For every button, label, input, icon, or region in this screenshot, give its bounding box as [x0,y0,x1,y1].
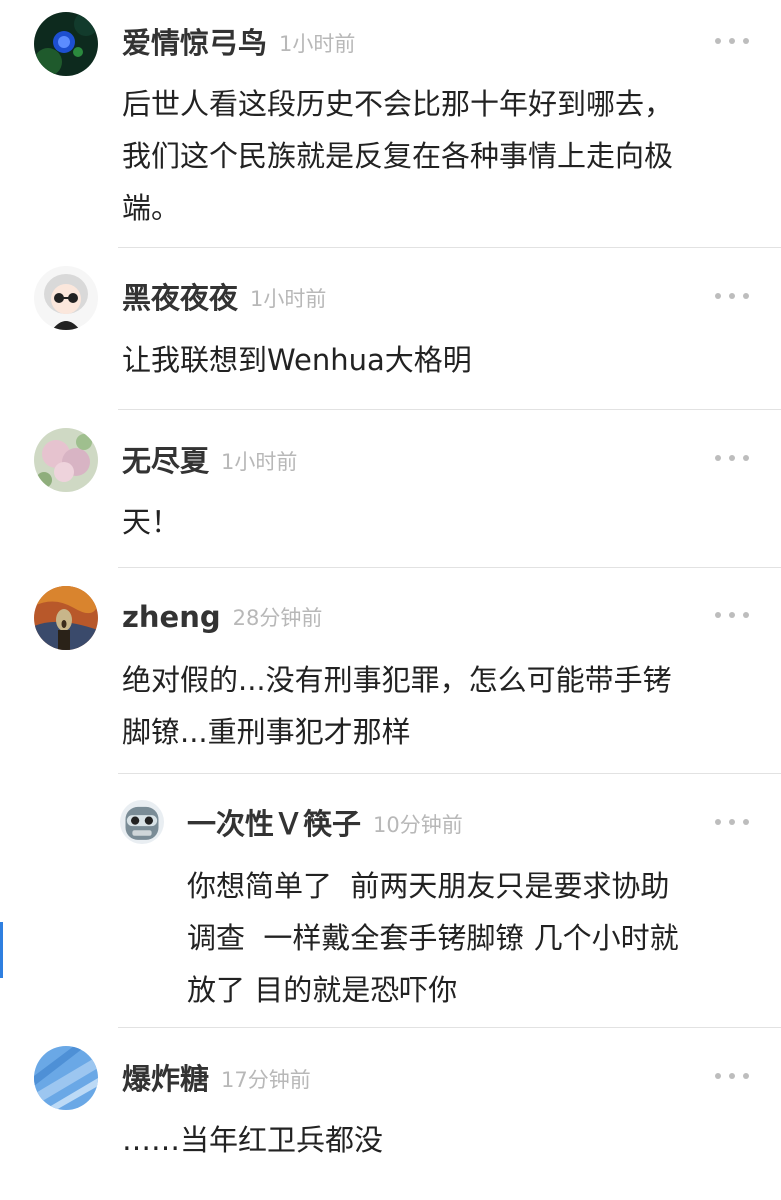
comment-text: 后世人看这段历史不会比那十年好到哪去， 我们这个民族就是反复在各种事情上走向极 … [122,87,674,225]
more-dots-icon[interactable] [715,816,749,828]
sunglasses-girl-avatar-icon [34,266,98,330]
username[interactable]: 黑夜夜夜 1小时前 [122,284,326,313]
comment-item: 爱情惊弓鸟 1小时前 后世人看这段历史不会比那十年好到哪去， 我们这个民族就是反复… [0,0,781,248]
avatar[interactable] [34,12,98,76]
more-dots-icon[interactable] [715,452,749,464]
timestamp: 1小时前 [250,287,327,311]
timestamp: 10分钟前 [373,813,463,837]
avatar[interactable] [34,266,98,330]
avatar[interactable] [34,1046,98,1110]
timestamp: 17分钟前 [221,1068,311,1092]
more-dots-icon[interactable] [715,290,749,302]
avatar[interactable] [120,800,164,844]
more-dots-icon[interactable] [715,609,749,621]
username[interactable]: 爱情惊弓鸟 1小时前 [122,29,355,58]
comment-text: 绝对假的...没有刑事犯罪，怎么可能带手铐 脚镣...重刑事犯才那样 [122,663,672,749]
comment-item: 爆炸糖 17分钟前 ……当年红卫兵都没 [0,1028,781,1200]
username[interactable]: 爆炸糖 17分钟前 [122,1065,311,1094]
comment-text: 天！ [122,505,181,539]
more-dots-icon[interactable] [715,35,749,47]
username[interactable]: 无尽夏 1小时前 [122,447,297,476]
scream-painting-avatar-icon [34,586,98,650]
comment-item: 黑夜夜夜 1小时前 让我联想到Wenhua大格明 [0,248,781,410]
username[interactable]: zheng 28分钟前 [122,603,322,632]
reply-item: 一次性Ｖ筷子 10分钟前 你想简单了 前两天朋友只是要求协助 调查 一样戴全套手铐… [0,774,781,1028]
comment-text: 让我联想到Wenhua大格明 [122,343,472,377]
avatar[interactable] [34,428,98,492]
blue-flower-avatar-icon [34,12,98,76]
timestamp: 1小时前 [221,450,298,474]
comment-text: 你想简单了 前两天朋友只是要求协助 调查 一样戴全套手铐脚镣 几个小时就 放了 … [187,869,679,1007]
timestamp: 1小时前 [279,32,356,56]
comment-item: 无尽夏 1小时前 天！ [0,410,781,568]
comment-item: zheng 28分钟前 绝对假的...没有刑事犯罪，怎么可能带手铐 脚镣...重刑… [0,568,781,774]
comment-text: ……当年红卫兵都没 [122,1123,384,1157]
timestamp: 28分钟前 [232,606,323,630]
avatar[interactable] [34,586,98,650]
robot-avatar-icon [120,800,164,844]
blue-sky-avatar-icon [34,1046,98,1110]
scroll-indicator [0,922,3,978]
more-dots-icon[interactable] [715,1070,749,1082]
username[interactable]: 一次性Ｖ筷子 10分钟前 [187,810,463,839]
hydrangea-avatar-icon [34,428,98,492]
